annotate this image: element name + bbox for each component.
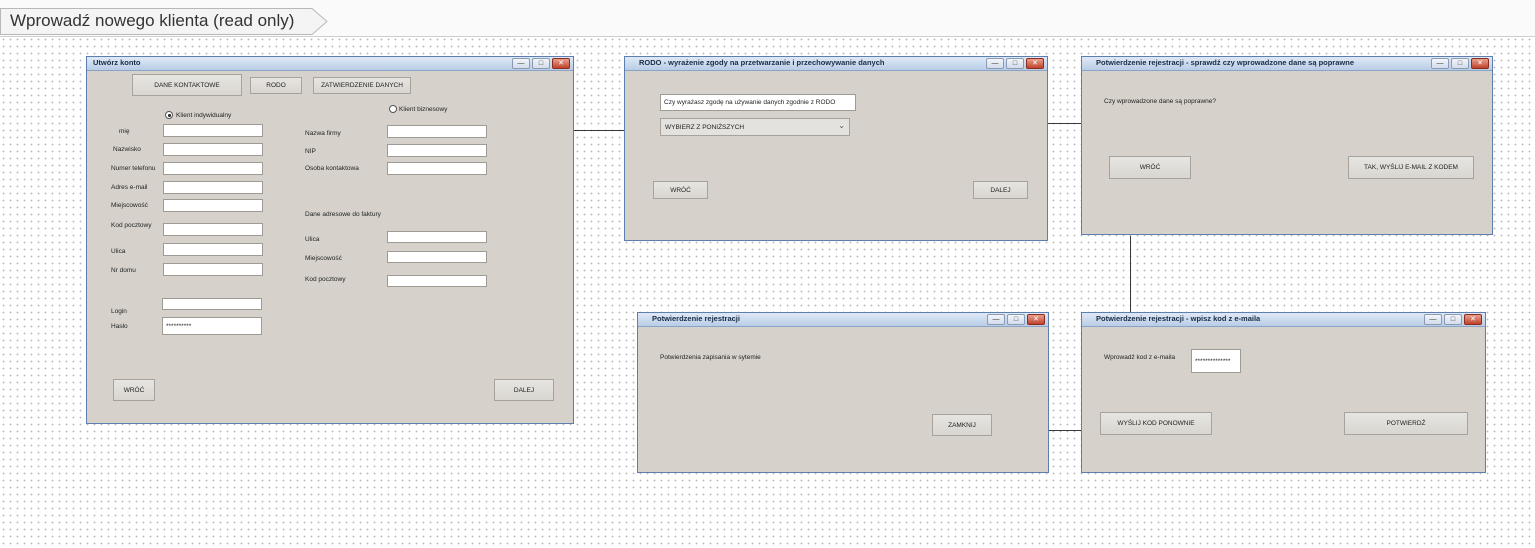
label-company-name: Nazwa firmy: [305, 130, 341, 137]
chevron-down-icon: ⌄: [838, 121, 845, 130]
window-create-account: Utwórz konto — □ ✕ DANE KONTAKTOWE RODO ZA…: [86, 56, 574, 424]
rodo-question-field: Czy wyrażasz zgodę na używanie danych zg…: [660, 94, 856, 111]
confirmation-message: Potwierdzenia zapisania w sytemie: [660, 354, 761, 361]
window-title: Potwierdzenie rejestracji - wpisz kod z …: [1096, 314, 1261, 323]
window-titlebar: Potwierdzenie rejestracji - wpisz kod z …: [1082, 313, 1485, 327]
minimize-icon[interactable]: —: [512, 58, 530, 69]
invoice-street-input[interactable]: [387, 231, 487, 243]
label-postal-code: Kod pocztowy: [111, 222, 152, 229]
rodo-select-value: WYBIERZ Z PONIŻSZYCH: [665, 123, 745, 131]
last-name-input[interactable]: [163, 143, 263, 156]
close-icon[interactable]: ✕: [552, 58, 570, 69]
label-phone: Numer telefonu: [111, 165, 156, 172]
first-name-input[interactable]: [163, 124, 263, 137]
nip-input[interactable]: [387, 144, 487, 157]
back-button[interactable]: WRÓĆ: [653, 181, 708, 199]
tab-rodo[interactable]: RODO: [250, 77, 302, 94]
rodo-consent-select[interactable]: WYBIERZ Z PONIŻSZYCH ⌄: [660, 118, 850, 136]
window-titlebar: Utwórz konto — □ ✕: [87, 57, 573, 71]
window-rodo: RODO - wyrażenie zgody na przetwarzanie …: [624, 56, 1048, 241]
radio-individual-label: Klient indywidualny: [176, 112, 232, 119]
label-city: Miejscowość: [111, 202, 148, 209]
email-input[interactable]: [163, 181, 263, 194]
label-last-name: Nazwisko: [113, 146, 141, 153]
house-number-input[interactable]: [163, 263, 263, 276]
window-titlebar: RODO - wyrażenie zgody na przetwarzanie …: [625, 57, 1047, 71]
company-name-input[interactable]: [387, 125, 487, 138]
phone-input[interactable]: [163, 162, 263, 175]
label-contact-person: Osoba kontaktowa: [305, 165, 359, 172]
next-button[interactable]: DALEJ: [494, 379, 554, 401]
maximize-icon[interactable]: □: [532, 58, 550, 69]
label-first-name: mię: [119, 128, 130, 135]
connector-w5-w4: [1049, 430, 1081, 431]
maximize-icon[interactable]: □: [1007, 314, 1025, 325]
minimize-icon[interactable]: —: [987, 314, 1005, 325]
label-invoice-postal-code: Kod pocztowy: [305, 276, 346, 283]
window-registration-confirmed: Potwierdzenie rejestracji — □ ✕ Potwierdze…: [637, 312, 1049, 473]
send-email-button[interactable]: TAK, WYŚLIJ E-MAIL Z KODEM: [1348, 156, 1474, 179]
radio-business[interactable]: [389, 105, 397, 113]
minimize-icon[interactable]: —: [1431, 58, 1449, 69]
radio-business-label: Klient biznesowy: [399, 106, 448, 113]
page-title: Wprowadź nowego klienta (read only): [10, 11, 295, 30]
back-button[interactable]: WRÓĆ: [1109, 156, 1191, 179]
window-verify-data: Potwierdzenie rejestracji - sprawdź czy …: [1081, 56, 1493, 235]
close-icon[interactable]: ✕: [1464, 314, 1482, 325]
password-input[interactable]: **********: [162, 317, 262, 335]
back-button[interactable]: WRÓĆ: [113, 379, 155, 401]
window-title: Utwórz konto: [93, 58, 141, 67]
label-invoice-city: Miejscowość: [305, 255, 342, 262]
breadcrumb[interactable]: Wprowadź nowego klienta (read only): [0, 8, 328, 35]
window-enter-code: Potwierdzenie rejestracji - wpisz kod z …: [1081, 312, 1486, 473]
postal-code-input[interactable]: [163, 223, 263, 236]
radio-individual[interactable]: [165, 111, 173, 119]
next-button[interactable]: DALEJ: [973, 181, 1028, 199]
maximize-icon[interactable]: □: [1451, 58, 1469, 69]
maximize-icon[interactable]: □: [1006, 58, 1024, 69]
verify-question: Czy wprowadzone dane są poprawne?: [1104, 98, 1217, 105]
contact-person-input[interactable]: [387, 162, 487, 175]
window-titlebar: Potwierdzenie rejestracji - sprawdź czy …: [1082, 57, 1492, 71]
invoice-city-input[interactable]: [387, 251, 487, 263]
street-input[interactable]: [163, 243, 263, 256]
code-label: Wprowadź kod z e-maila: [1104, 354, 1176, 361]
minimize-icon[interactable]: —: [1424, 314, 1442, 325]
code-input[interactable]: **************: [1191, 349, 1241, 373]
label-house-number: Nr domu: [111, 267, 136, 274]
invoice-section-header: Dane adresowe do faktury: [305, 211, 381, 218]
label-email: Adres e-mail: [111, 184, 148, 191]
city-input[interactable]: [163, 199, 263, 212]
breadcrumb-bar: Wprowadź nowego klienta (read only): [0, 0, 1535, 37]
close-icon[interactable]: ✕: [1027, 314, 1045, 325]
tab-confirm-data[interactable]: ZATWIERDZENIE DANYCH: [313, 77, 411, 94]
close-button[interactable]: ZAMKNIJ: [932, 414, 992, 436]
window-title: Potwierdzenie rejestracji: [652, 314, 740, 323]
label-password: Hasło: [111, 323, 128, 330]
close-icon[interactable]: ✕: [1471, 58, 1489, 69]
login-input[interactable]: [162, 298, 262, 310]
window-title: RODO - wyrażenie zgody na przetwarzanie …: [639, 58, 885, 67]
label-street: Ulica: [111, 248, 126, 255]
maximize-icon[interactable]: □: [1444, 314, 1462, 325]
window-titlebar: Potwierdzenie rejestracji — □ ✕: [638, 313, 1048, 327]
connector-w3-w5: [1130, 236, 1131, 312]
connector-w2-w3: [1048, 123, 1081, 124]
confirm-button[interactable]: POTWIERDŹ: [1344, 412, 1468, 435]
tab-contact-data[interactable]: DANE KONTAKTOWE: [132, 74, 242, 96]
label-login: Login: [111, 308, 127, 315]
resend-code-button[interactable]: WYŚLIJ KOD PONOWNIE: [1100, 412, 1212, 435]
invoice-postal-code-input[interactable]: [387, 275, 487, 287]
window-title: Potwierdzenie rejestracji - sprawdź czy …: [1096, 58, 1354, 67]
minimize-icon[interactable]: —: [986, 58, 1004, 69]
close-icon[interactable]: ✕: [1026, 58, 1044, 69]
label-nip: NIP: [305, 148, 316, 155]
connector-w1-w2: [574, 130, 624, 131]
label-invoice-street: Ulica: [305, 236, 320, 243]
